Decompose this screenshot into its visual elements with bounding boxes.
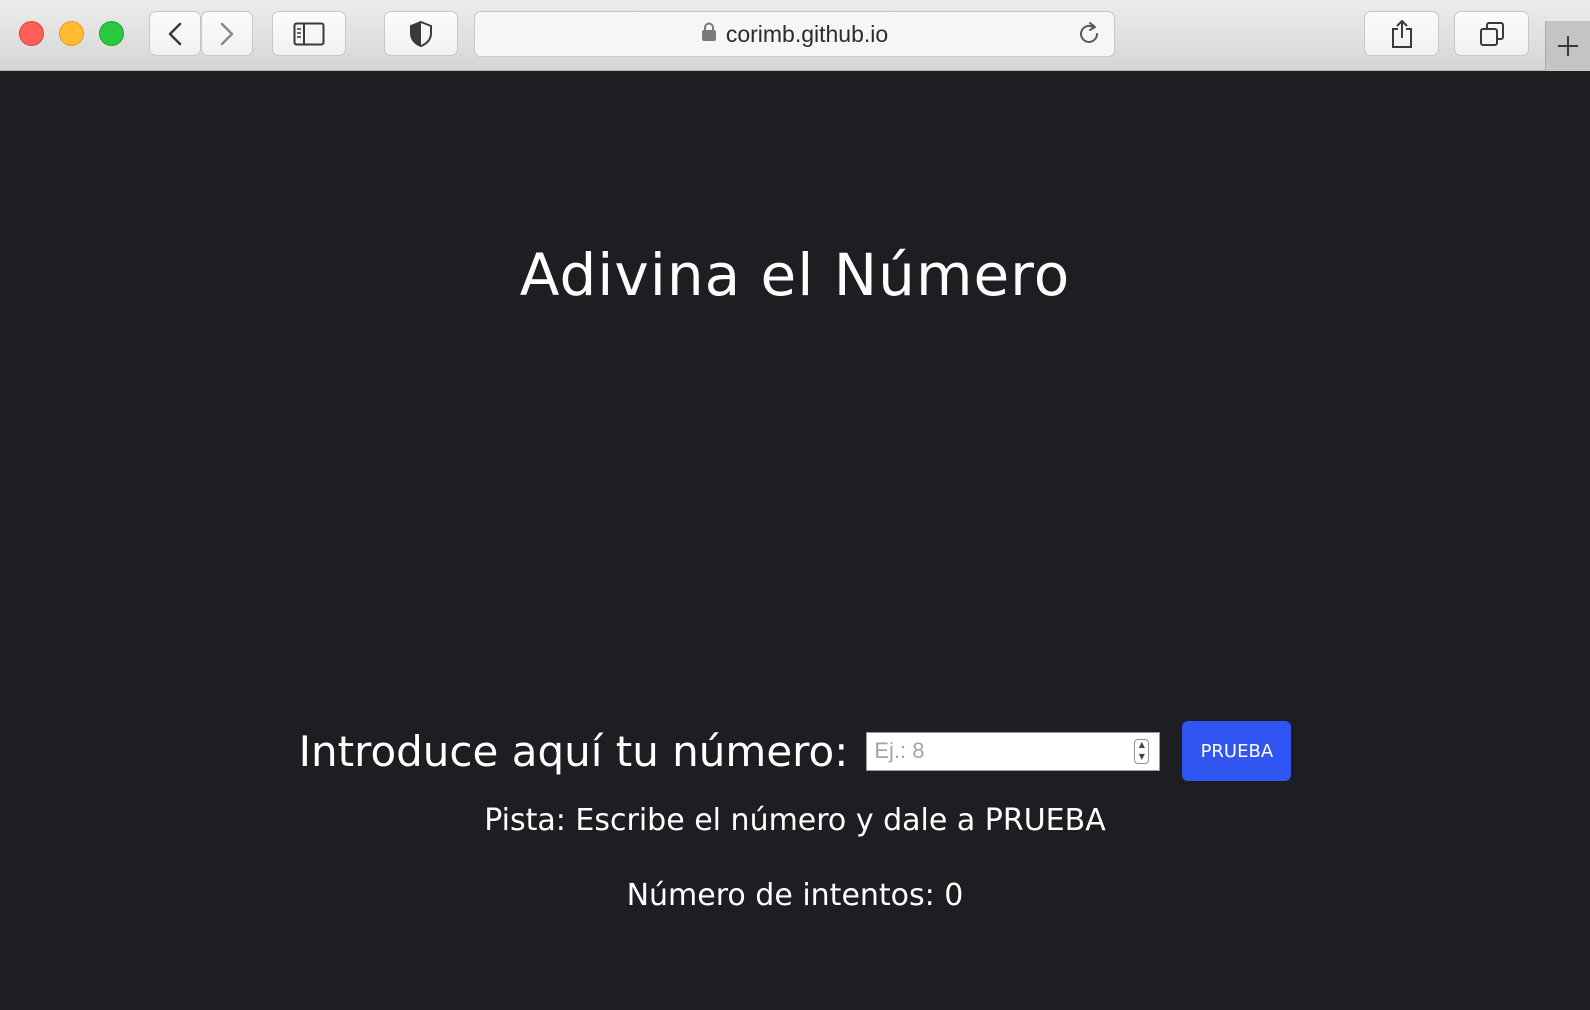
new-tab-icon bbox=[1558, 36, 1578, 56]
share-icon bbox=[1391, 19, 1412, 48]
close-window-button[interactable] bbox=[19, 21, 44, 46]
guess-input[interactable] bbox=[867, 732, 1160, 770]
guess-label: Introduce aquí tu número: bbox=[298, 726, 849, 776]
tabs-overview-icon bbox=[1479, 21, 1504, 46]
guess-input-wrapper: ▲ ▼ bbox=[866, 731, 1161, 771]
forward-icon bbox=[220, 22, 234, 45]
browser-toolbar: corimb.github.io bbox=[0, 0, 1590, 71]
lock-icon bbox=[701, 21, 717, 48]
new-tab-button[interactable] bbox=[1545, 21, 1590, 71]
guess-form: Introduce aquí tu número: ▲ ▼ PRUEBA bbox=[0, 721, 1590, 781]
address-bar[interactable]: corimb.github.io bbox=[474, 11, 1115, 57]
page-title: Adivina el Número bbox=[519, 241, 1071, 309]
sidebar-icon bbox=[293, 22, 325, 45]
share-button[interactable] bbox=[1364, 11, 1439, 56]
number-stepper[interactable]: ▲ ▼ bbox=[1134, 738, 1150, 764]
sidebar-button[interactable] bbox=[272, 11, 346, 56]
minimize-window-button[interactable] bbox=[59, 21, 84, 46]
back-button[interactable] bbox=[149, 11, 201, 56]
back-icon bbox=[168, 22, 182, 45]
url-text: corimb.github.io bbox=[725, 20, 889, 47]
privacy-report-button[interactable] bbox=[384, 11, 458, 56]
maximize-window-button[interactable] bbox=[99, 21, 124, 46]
attempts-counter: Número de intentos: 0 bbox=[626, 878, 964, 913]
stepper-up-icon[interactable]: ▲ bbox=[1139, 741, 1145, 749]
shield-icon bbox=[410, 20, 432, 47]
reload-icon[interactable] bbox=[1076, 21, 1102, 51]
hint-text: Pista: Escribe el número y dale a PRUEBA bbox=[484, 803, 1106, 838]
page-content: Adivina el Número Introduce aquí tu núme… bbox=[0, 71, 1590, 1010]
stepper-down-icon[interactable]: ▼ bbox=[1139, 752, 1145, 761]
try-button[interactable]: PRUEBA bbox=[1182, 721, 1292, 781]
tabs-overview-button[interactable] bbox=[1454, 11, 1529, 56]
forward-button[interactable] bbox=[201, 11, 253, 56]
